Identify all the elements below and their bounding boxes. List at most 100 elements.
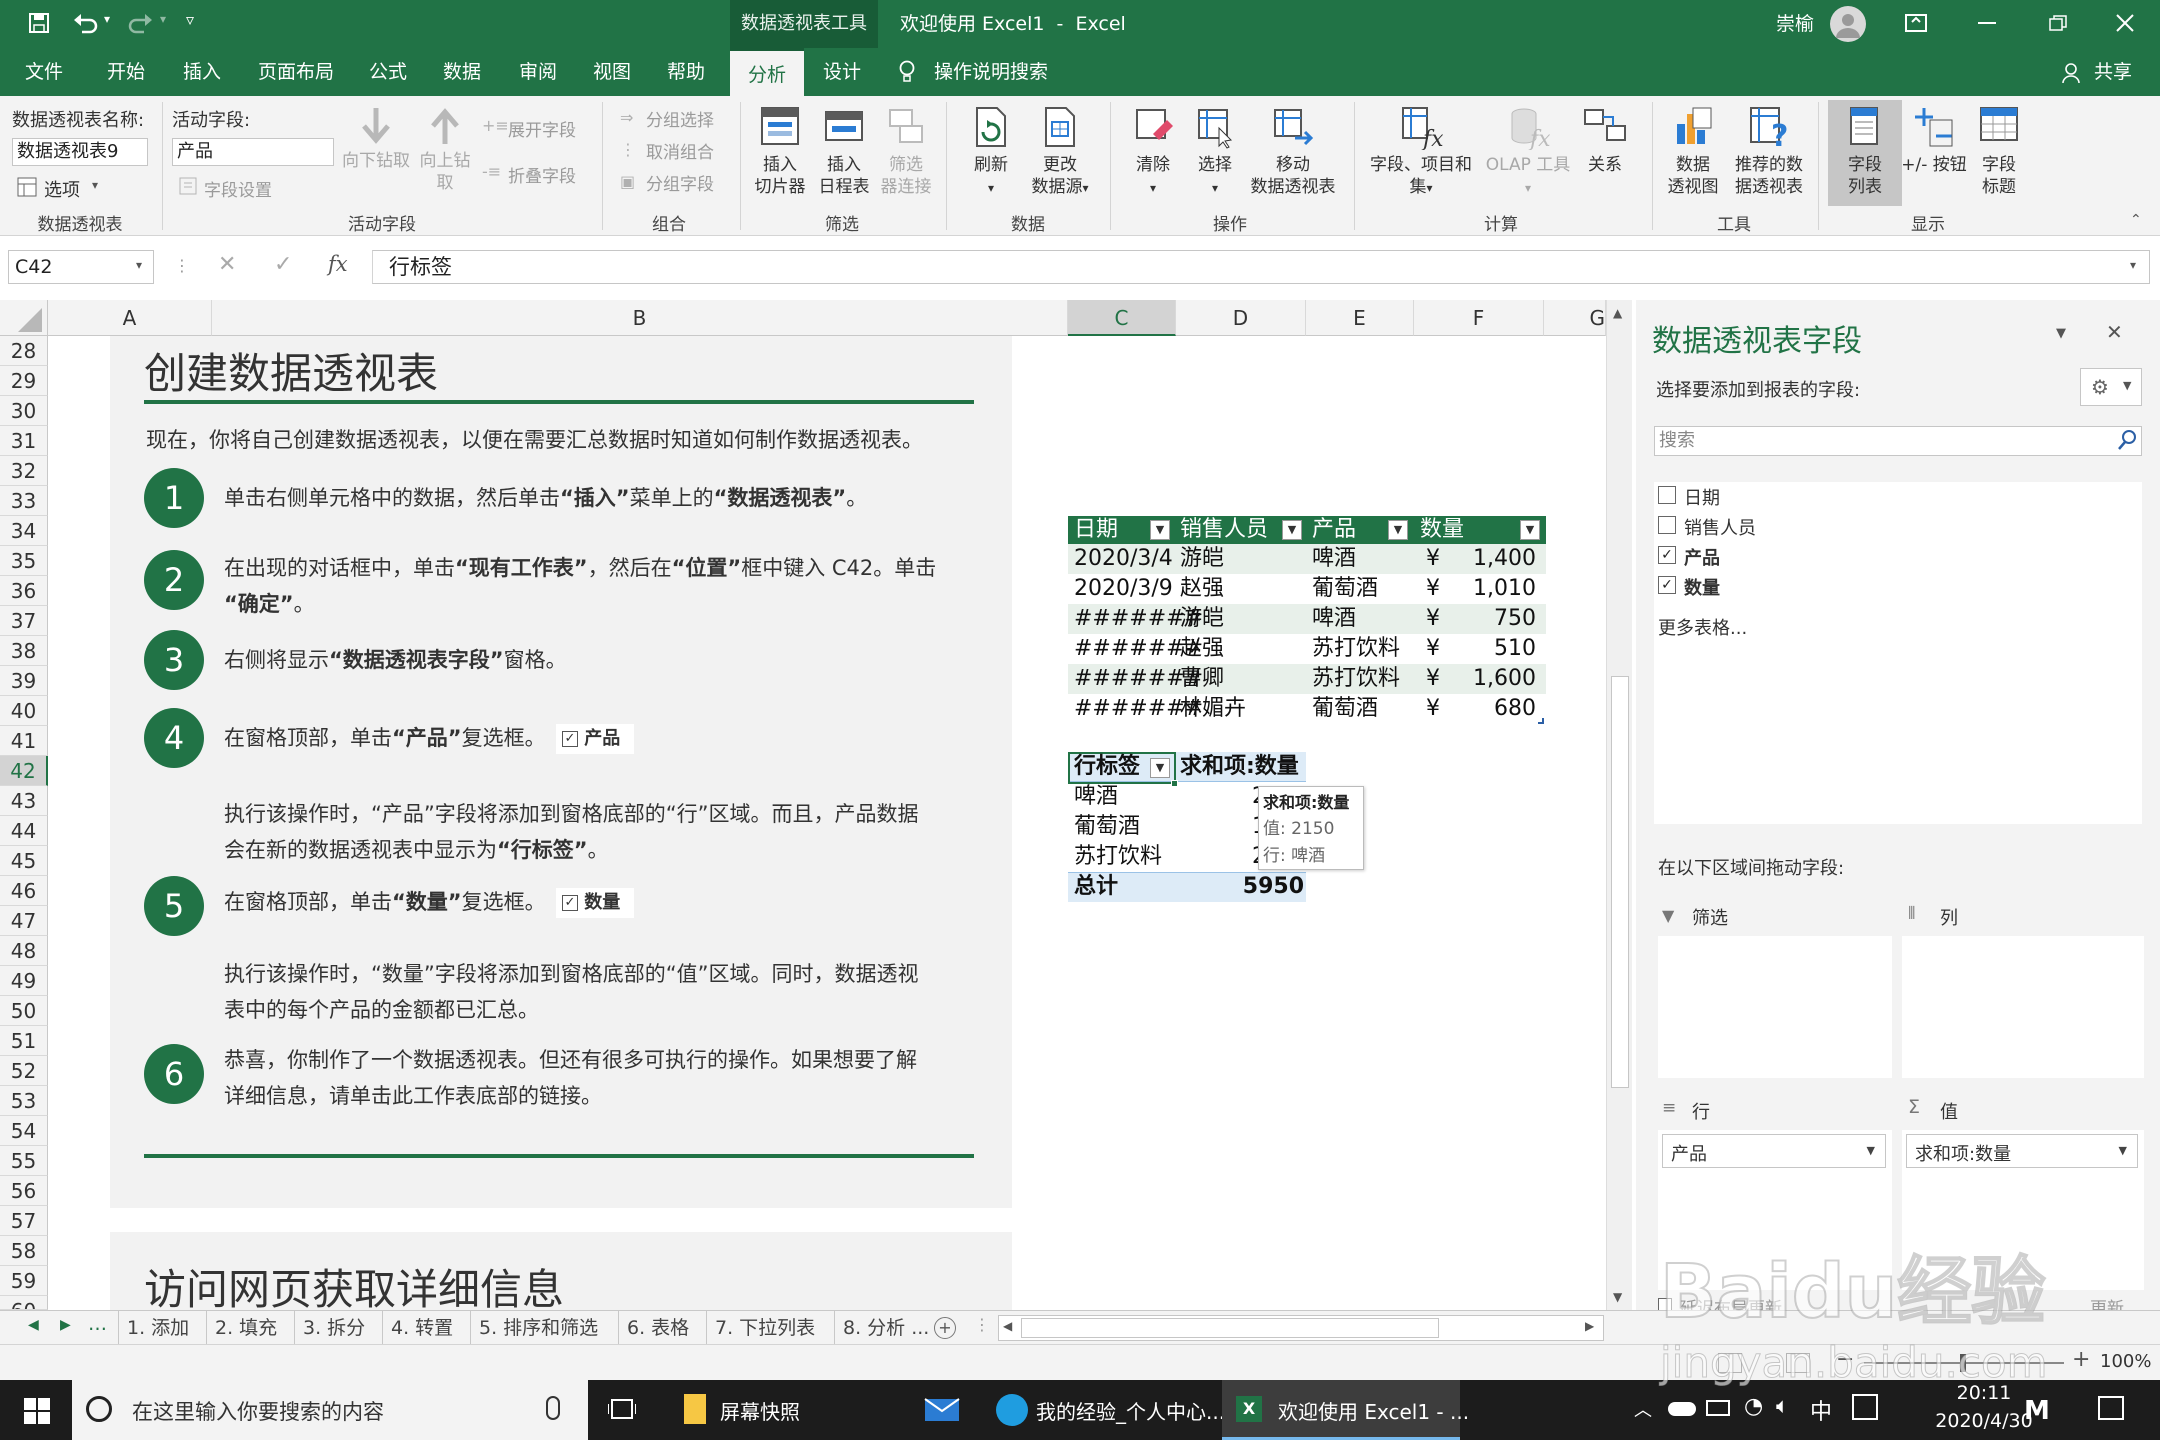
row-header[interactable]: 29 [0, 366, 48, 396]
table-header-quantity[interactable]: 数量 [1420, 516, 1464, 544]
prev-sheet-icon[interactable]: ◀ [28, 1317, 39, 1333]
insert-slicer-button[interactable]: 插入 切片器 [748, 104, 812, 198]
row-header[interactable]: 40 [0, 696, 48, 726]
tab-formulas[interactable]: 公式 [358, 48, 418, 96]
more-sheets-icon[interactable]: … [88, 1313, 107, 1335]
update-button[interactable]: 更新 [2090, 1294, 2124, 1310]
row-header[interactable]: 54 [0, 1116, 48, 1146]
row-header[interactable]: 52 [0, 1056, 48, 1086]
table-cell-product[interactable]: 啤酒 [1312, 544, 1356, 574]
table-cell-currency[interactable]: ¥ [1426, 634, 1440, 664]
show-hidden-icons-icon[interactable]: ︿ [1634, 1396, 1652, 1422]
tab-view[interactable]: 视图 [582, 48, 642, 96]
row-header[interactable]: 58 [0, 1236, 48, 1266]
ime-indicator[interactable]: 中 [1810, 1394, 1832, 1426]
clear-dropdown-icon[interactable]: ▾ [1150, 181, 1156, 195]
table-cell-currency[interactable]: ¥ [1426, 664, 1440, 694]
sheet-tab[interactable]: 7. 下拉列表 [706, 1311, 823, 1345]
expand-formula-bar-icon[interactable]: ▾ [2130, 258, 2136, 272]
table-resize-handle[interactable] [1538, 718, 1544, 724]
scroll-down-icon[interactable]: ▼ [1613, 1290, 1622, 1304]
row-header[interactable]: 48 [0, 936, 48, 966]
name-box-dropdown-icon[interactable]: ▾ [136, 258, 142, 272]
tab-data[interactable]: 数据 [432, 48, 492, 96]
ribbon-display-options-icon[interactable] [1904, 12, 1928, 34]
insert-function-icon[interactable]: fx [328, 252, 348, 276]
collapse-field-button[interactable]: 折叠字段 [508, 162, 576, 187]
tell-me-search[interactable]: 操作说明搜索 [934, 48, 1074, 96]
table-cell-salesperson[interactable]: 林媚卉 [1180, 694, 1246, 724]
row-header[interactable]: 59 [0, 1266, 48, 1296]
file-explorer-icon[interactable] [684, 1394, 706, 1424]
drill-up-button[interactable]: 向上钻 取 [412, 106, 478, 194]
row-header[interactable]: 28 [0, 336, 48, 366]
taskbar-search-box[interactable]: 在这里输入你要搜索的内容 [72, 1380, 588, 1440]
taskbar-app[interactable]: 我的经验_个人中心... [1036, 1396, 1225, 1425]
avatar[interactable] [1830, 6, 1866, 42]
row-header[interactable]: 45 [0, 846, 48, 876]
row-header[interactable]: 34 [0, 516, 48, 546]
pivot-total-label[interactable]: 总计 [1074, 872, 1118, 902]
refresh-button[interactable]: 刷新 ▾ [956, 104, 1026, 199]
row-header[interactable]: 46 [0, 876, 48, 906]
vertical-scrollbar[interactable]: ▲ ▼ [1606, 300, 1632, 1310]
edge-browser-icon[interactable] [996, 1394, 1028, 1426]
table-cell-salesperson[interactable]: 曹卿 [1180, 664, 1224, 694]
change-data-source-dropdown-icon[interactable]: ▾ [1082, 181, 1088, 195]
group-selection-button[interactable]: 分组选择 [646, 106, 714, 131]
row-header[interactable]: 60 [0, 1296, 48, 1310]
group-field-button[interactable]: 分组字段 [646, 170, 714, 195]
plus-minus-buttons-button[interactable]: +/- 按钮 [1894, 104, 1974, 176]
table-cell-quantity[interactable]: 1,400 [1473, 544, 1536, 574]
table-cell-date[interactable]: 2020/3/9 [1074, 574, 1173, 604]
table-cell-currency[interactable]: ¥ [1426, 604, 1440, 634]
field-settings-button[interactable]: 字段设置 [204, 176, 272, 201]
column-header-d[interactable]: D [1176, 300, 1306, 336]
columns-area-box[interactable] [1902, 936, 2144, 1078]
table-cell-product[interactable]: 葡萄酒 [1312, 694, 1378, 724]
rows-field-dropdown-icon[interactable]: ▼ [1867, 1144, 1875, 1157]
sheet-tab[interactable]: 5. 排序和筛选 [470, 1311, 606, 1345]
horizontal-scrollbar[interactable]: ◀ ▶ [998, 1315, 1604, 1341]
recommended-pivot-button[interactable]: ? 推荐的数 据透视表 [1726, 104, 1812, 198]
tab-help[interactable]: 帮助 [656, 48, 716, 96]
row-header[interactable]: 33 [0, 486, 48, 516]
field-checkbox-quantity[interactable]: ✓ [1658, 576, 1676, 594]
row-header[interactable]: 35 [0, 546, 48, 576]
row-header[interactable]: 49 [0, 966, 48, 996]
fields-items-sets-dropdown-icon[interactable]: ▾ [1426, 181, 1432, 195]
column-header-e[interactable]: E [1306, 300, 1414, 336]
enter-icon[interactable]: ✓ [274, 252, 292, 277]
field-checkbox-product[interactable]: ✓ [1658, 546, 1676, 564]
collapse-ribbon-icon[interactable]: ⌃ [2130, 212, 2142, 228]
filter-dropdown-icon[interactable]: ▼ [1520, 520, 1540, 540]
table-header-salesperson[interactable]: 销售人员 [1180, 516, 1268, 544]
pivot-row-label[interactable]: 啤酒 [1074, 782, 1118, 812]
row-header[interactable]: 37 [0, 606, 48, 636]
ungroup-icon[interactable]: ⋮ [620, 140, 636, 159]
pivot-row-label[interactable]: 苏打饮料 [1074, 842, 1162, 872]
field-checkbox-date[interactable] [1658, 486, 1676, 504]
fill-handle[interactable] [1171, 780, 1178, 787]
column-header-g[interactable]: G [1544, 300, 1606, 336]
add-sheet-icon[interactable]: + [934, 1317, 956, 1339]
field-checkbox-salesperson[interactable] [1658, 516, 1676, 534]
table-cell-salesperson[interactable]: 游皑 [1180, 544, 1224, 574]
filter-dropdown-icon[interactable]: ▼ [1150, 520, 1170, 540]
row-header[interactable]: 43 [0, 786, 48, 816]
save-icon[interactable] [28, 12, 50, 34]
table-cell-quantity[interactable]: 750 [1494, 604, 1536, 634]
pane-options-dropdown-icon[interactable]: ▼ [2056, 326, 2066, 341]
tab-insert[interactable]: 插入 [172, 48, 232, 96]
row-header[interactable]: 42 [0, 756, 48, 786]
row-header[interactable]: 57 [0, 1206, 48, 1236]
values-field-dropdown-icon[interactable]: ▼ [2119, 1144, 2127, 1157]
ungroup-button[interactable]: 取消组合 [646, 138, 714, 163]
tab-home[interactable]: 开始 [96, 48, 156, 96]
group-selection-icon[interactable]: ⇒ [620, 108, 633, 127]
options-button[interactable]: 选项 [44, 176, 80, 202]
filter-connections-button[interactable]: 筛选 器连接 [874, 104, 938, 198]
row-header[interactable]: 41 [0, 726, 48, 756]
refresh-dropdown-icon[interactable]: ▾ [988, 181, 994, 195]
field-headers-button[interactable]: 字段 标题 [1966, 104, 2032, 198]
